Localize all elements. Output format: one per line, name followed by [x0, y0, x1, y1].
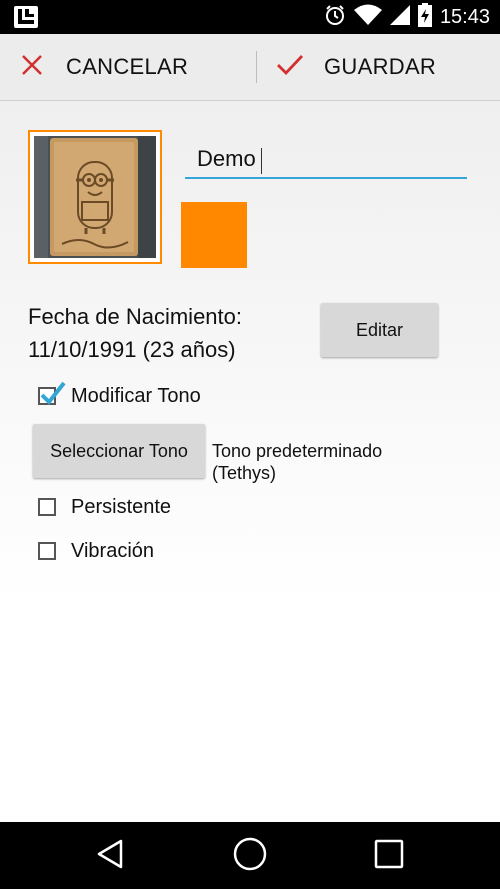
edit-contact-form: Fecha de Nacimiento: 11/10/1991 (23 años…: [0, 101, 500, 822]
persistent-checkbox[interactable]: Persistente: [38, 494, 171, 520]
action-bar: CANCELAR GUARDAR: [0, 34, 500, 101]
minion-photo-image: [34, 136, 156, 258]
vibration-checkbox[interactable]: Vibración: [38, 538, 154, 564]
app-launcher-icon: [14, 6, 38, 33]
name-field[interactable]: [185, 141, 467, 179]
check-icon: [276, 53, 304, 82]
home-button[interactable]: [228, 836, 272, 876]
cancel-button[interactable]: CANCELAR: [20, 34, 188, 100]
save-button[interactable]: GUARDAR: [276, 34, 436, 100]
wifi-icon: [353, 4, 382, 31]
vibration-label: Vibración: [71, 539, 155, 562]
text-cursor: [261, 148, 262, 174]
checkbox-box: [38, 381, 66, 406]
current-tone-line2: (Tethys): [212, 463, 277, 483]
status-bar: 15:43: [0, 0, 500, 34]
birthdate-value: 11/10/1991 (23 años): [28, 337, 236, 362]
modify-tone-checkbox[interactable]: Modificar Tono: [38, 381, 201, 409]
current-tone-text: Tono predeterminado (Tethys): [212, 440, 382, 484]
contact-color-swatch[interactable]: [181, 202, 247, 268]
checkmark-icon: [40, 381, 66, 406]
signal-icon: [389, 4, 410, 31]
checkbox-box: [38, 498, 56, 516]
recents-icon: [373, 838, 405, 875]
battery-charging-icon: [417, 2, 432, 32]
contact-photo[interactable]: [28, 130, 162, 264]
select-tone-button[interactable]: Seleccionar Tono: [33, 424, 205, 478]
edit-birthdate-button[interactable]: Editar: [321, 303, 438, 357]
save-label: GUARDAR: [324, 54, 437, 79]
home-icon: [232, 836, 268, 877]
back-icon: [93, 837, 127, 876]
modify-tone-label: Modificar Tono: [71, 384, 201, 407]
persistent-label: Persistente: [71, 495, 172, 518]
back-button[interactable]: [88, 836, 132, 876]
checkbox-box: [38, 542, 56, 560]
alarm-icon: [324, 4, 346, 31]
close-icon: [20, 53, 44, 82]
action-bar-divider: [256, 51, 257, 83]
current-tone-line1: Tono predeterminado: [212, 441, 383, 461]
cancel-label: CANCELAR: [66, 54, 189, 79]
birthdate-label: Fecha de Nacimiento:: [28, 304, 242, 329]
navigation-bar: [0, 822, 500, 889]
clock: 15:43: [439, 5, 490, 28]
recents-button[interactable]: [367, 836, 411, 876]
